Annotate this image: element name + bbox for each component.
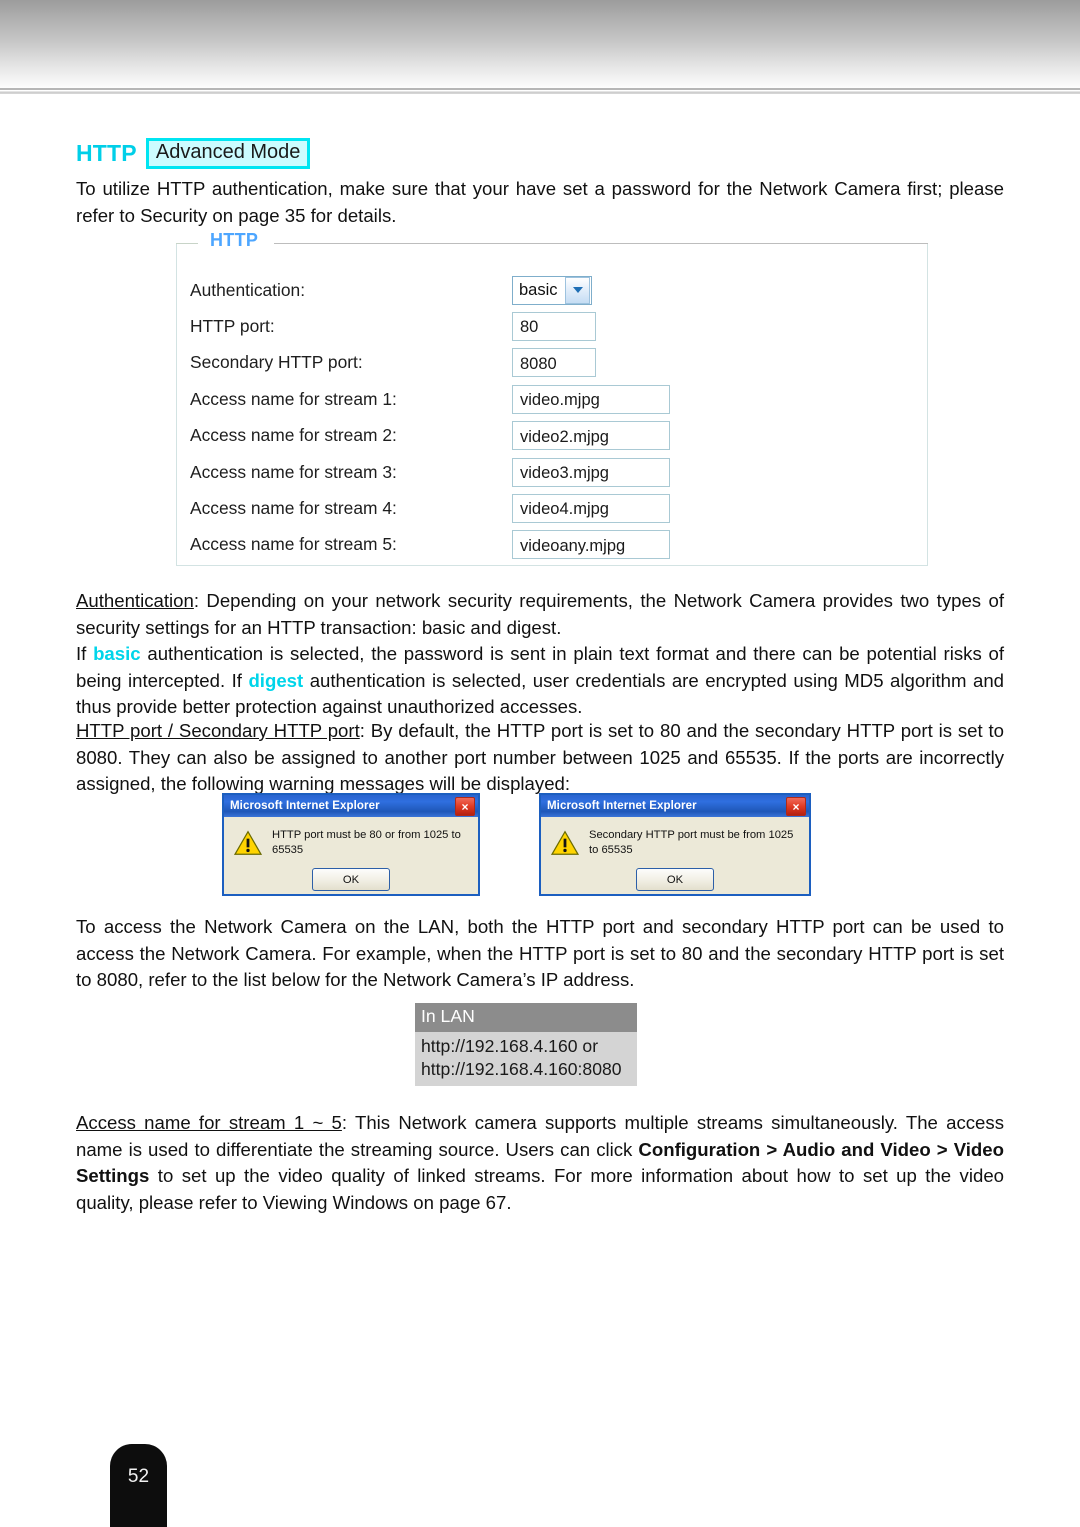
dialog-title: Microsoft Internet Explorer [230,800,380,812]
stream-2-input[interactable]: video2.mjpg [512,421,670,451]
ok-button[interactable]: OK [636,868,714,892]
stream-5-input[interactable]: videoany.mjpg [512,530,670,560]
field-row-stream-5: Access name for stream 5: videoany.mjpg [190,527,930,563]
lan-url-line-2: http://192.168.4.160:8080 [421,1059,622,1080]
lan-table-body: http://192.168.4.160 or http://192.168.4… [415,1031,637,1087]
port-term: HTTP port / Secondary HTTP port [76,720,360,741]
page-header-band [0,0,1080,88]
access-name-paragraph: Access name for stream 1 ~ 5: This Netwo… [76,1110,1004,1216]
close-icon[interactable]: × [786,797,806,816]
field-row-authentication: Authentication: basic [190,272,930,308]
dialog-titlebar[interactable]: Microsoft Internet Explorer × [541,795,809,817]
dialog-body: HTTP port must be 80 or from 1025 to 655… [224,817,478,857]
secondary-http-port-label: Secondary HTTP port: [190,352,363,373]
authentication-text-2: If [76,643,94,664]
dialog-message: Secondary HTTP port must be from 1025 to… [589,829,794,856]
lan-paragraph-block: To access the Network Camera on the LAN,… [76,914,1004,994]
stream-3-input[interactable]: video3.mjpg [512,457,670,487]
basic-keyword: basic [93,643,141,664]
field-row-stream-3: Access name for stream 3: video3.mjpg [190,454,930,490]
dialog-title: Microsoft Internet Explorer [547,800,697,812]
authentication-select[interactable]: basic [512,275,592,305]
stream-3-label: Access name for stream 3: [190,461,397,482]
access-name-term: Access name for stream 1 ~ 5 [76,1112,342,1133]
header-divider-rule [0,88,1080,94]
port-paragraph: HTTP port / Secondary HTTP port: By defa… [76,718,1004,798]
dialog-titlebar[interactable]: Microsoft Internet Explorer × [224,795,478,817]
warning-dialogs-group: Microsoft Internet Explorer × HTTP port … [222,793,812,898]
http-panel-top-border [176,243,928,244]
authentication-text-1: : Depending on your network security req… [76,590,1004,638]
section-title-row: HTTP Advanced Mode [76,138,1004,169]
intro-paragraph: To utilize HTTP authentication, make sur… [76,178,1004,226]
authentication-paragraph-block: Authentication: Depending on your networ… [76,588,1004,721]
authentication-select-value: basic [519,280,558,299]
stream-1-label: Access name for stream 1: [190,388,397,409]
lan-paragraph: To access the Network Camera on the LAN,… [76,916,1004,990]
page-number-tab: 52 [110,1444,167,1527]
http-port-input[interactable]: 80 [512,312,596,342]
authentication-term: Authentication [76,590,194,611]
authentication-paragraph: Authentication: Depending on your networ… [76,588,1004,721]
panel-border-right-stub [274,243,928,244]
intro-paragraph-block: To utilize HTTP authentication, make sur… [76,176,1004,229]
dialog-button-row: OK [224,868,478,892]
http-port-label: HTTP port: [190,316,275,337]
dialog-secondary-http-port-warning: Microsoft Internet Explorer × Secondary … [539,793,811,896]
lan-url-line-1: http://192.168.4.160 or [421,1035,599,1056]
document-page: HTTP Advanced Mode To utilize HTTP authe… [0,0,1080,1527]
field-row-stream-1: Access name for stream 1: video.mjpg [190,381,930,417]
stream-5-label: Access name for stream 5: [190,534,397,555]
http-settings-rows: Authentication: basic HTTP port: 80 Seco… [190,272,930,563]
panel-border-left-stub [176,243,198,244]
page-number: 52 [127,1466,150,1487]
access-name-text-2: to set up the video quality of linked st… [76,1165,1004,1213]
page-title: HTTP [76,140,137,166]
chevron-down-icon[interactable] [565,276,590,304]
stream-1-input[interactable]: video.mjpg [512,384,670,414]
port-paragraph-block: HTTP port / Secondary HTTP port: By defa… [76,718,1004,798]
field-row-stream-4: Access name for stream 4: video4.mjpg [190,490,930,526]
close-icon[interactable]: × [455,797,475,816]
digest-keyword: digest [248,669,304,691]
dialog-body: Secondary HTTP port must be from 1025 to… [541,817,809,857]
secondary-http-port-input[interactable]: 8080 [512,348,596,378]
lan-table-header: In LAN [415,1003,637,1032]
stream-4-label: Access name for stream 4: [190,498,397,519]
field-row-secondary-http-port: Secondary HTTP port: 8080 [190,345,930,381]
advanced-mode-badge: Advanced Mode [145,138,311,169]
dialog-http-port-warning: Microsoft Internet Explorer × HTTP port … [222,793,480,896]
field-row-http-port: HTTP port: 80 [190,308,930,344]
http-panel-legend: HTTP [202,230,267,251]
lan-address-table: In LAN http://192.168.4.160 or http://19… [415,1003,637,1087]
field-row-stream-2: Access name for stream 2: video2.mjpg [190,418,930,454]
dialog-button-row: OK [541,868,809,892]
dialog-message: HTTP port must be 80 or from 1025 to 655… [272,829,461,856]
stream-2-label: Access name for stream 2: [190,425,397,446]
ok-button[interactable]: OK [312,868,390,892]
warning-triangle-icon [234,830,262,855]
stream-4-input[interactable]: video4.mjpg [512,494,670,524]
access-name-paragraph-block: Access name for stream 1 ~ 5: This Netwo… [76,1110,1004,1216]
authentication-label: Authentication: [190,279,306,300]
warning-triangle-icon [551,830,579,855]
